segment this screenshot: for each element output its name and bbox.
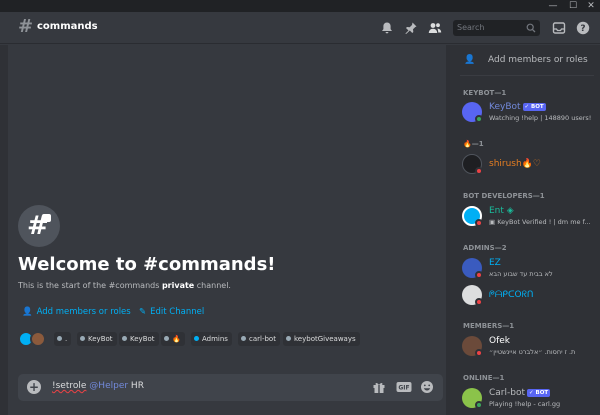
svg-text:?: ?: [580, 24, 585, 34]
window-titlebar: — ☐ ✕: [0, 0, 600, 12]
member-keybot[interactable]: KeyBot ✓ BOT Watching !help | 148890 user…: [462, 100, 598, 124]
member-activity: לא בבית עד שבוע הבא: [489, 270, 553, 278]
role-chip[interactable]: KeyBot: [119, 332, 159, 346]
welcome-title: Welcome to #commands!: [18, 254, 276, 275]
pencil-icon: ✎: [139, 307, 147, 317]
emoji-icon[interactable]: [420, 380, 434, 394]
status-dnd-icon: [475, 219, 483, 227]
add-members-item[interactable]: 👤 Add members or roles: [464, 55, 588, 65]
member-ez[interactable]: EZ לא בבית עד שבוע הבא: [462, 256, 598, 280]
edit-channel-button[interactable]: ✎ Edit Channel: [139, 307, 204, 317]
search-icon: [526, 23, 536, 33]
member-name: Ofek: [489, 336, 511, 346]
add-user-icon: 👤: [22, 307, 33, 317]
member-category: ONLINE—1: [463, 374, 505, 382]
chat-area: [8, 45, 448, 415]
avatar: [30, 331, 46, 347]
left-edge-strip: [0, 45, 8, 415]
status-online-icon: [475, 401, 483, 409]
notification-bell-icon[interactable]: [380, 21, 394, 35]
member-activity: Playing !help - carl.gg: [489, 400, 561, 408]
role-chip[interactable]: 🔥: [161, 332, 185, 346]
role-chip[interactable]: .: [54, 332, 72, 346]
member-name: EZ: [489, 258, 501, 268]
bot-badge: ✓ BOT: [522, 103, 546, 111]
member-category: BOT DEVELOPERS—1: [463, 192, 545, 200]
role-chip[interactable]: carl-bot: [238, 332, 280, 346]
member-ent[interactable]: Ent ◈ ▣ KeyBot Verified ! | dm me f...: [462, 204, 598, 228]
member-ofek[interactable]: Ofek ת. ז יחסות. ״אלברט איינשטיין״: [462, 334, 598, 358]
member-popcorn[interactable]: ᖘᗩᑭᑕOᖇᑎ: [462, 283, 598, 307]
role-chip[interactable]: keybotGiveaways: [283, 332, 360, 346]
upload-plus-icon[interactable]: +: [27, 380, 41, 394]
maximize-icon[interactable]: ☐: [568, 1, 578, 11]
status-dnd-icon: [475, 271, 483, 279]
status-online-icon: [475, 115, 483, 123]
welcome-subtitle: This is the start of the #commands priva…: [18, 281, 231, 290]
pin-icon[interactable]: [404, 21, 418, 35]
member-activity: ▣ KeyBot Verified ! | dm me f...: [489, 218, 591, 226]
add-members-button[interactable]: 👤 Add members or roles: [22, 307, 131, 317]
status-dnd-icon: [475, 298, 483, 306]
lock-icon: [42, 214, 51, 222]
status-dnd-icon: [475, 167, 483, 175]
gift-icon[interactable]: [372, 380, 386, 394]
member-shirush[interactable]: shirush🔥♡: [462, 152, 598, 176]
search-placeholder: Search: [457, 23, 485, 32]
member-activity: Watching !help | 148890 users!: [489, 114, 592, 122]
member-category: MEMBERS—1: [463, 322, 515, 330]
svg-text:GIF: GIF: [398, 385, 409, 392]
search-input[interactable]: Search: [453, 20, 540, 36]
message-composer[interactable]: + !setrole @Helper HR GIF: [18, 374, 443, 401]
divider: [460, 75, 594, 76]
member-list: 👤 Add members or roles KEYBOT—1 KeyBot ✓ B…: [450, 45, 600, 415]
channel-title: commands: [37, 21, 98, 32]
status-dnd-icon: [475, 349, 483, 357]
bot-badge: ✓ BOT: [527, 389, 551, 397]
role-chip[interactable]: KeyBot: [77, 332, 117, 346]
inbox-icon[interactable]: [552, 21, 566, 35]
channel-header: # commands Search ?: [0, 12, 600, 44]
minimize-icon[interactable]: —: [548, 1, 558, 11]
message-input[interactable]: !setrole @Helper HR: [52, 381, 144, 391]
private-channel-icon: #: [18, 205, 60, 247]
close-icon[interactable]: ✕: [586, 1, 596, 11]
member-list-icon[interactable]: [428, 21, 442, 35]
channel-hash-icon: #: [18, 16, 34, 37]
member-category: KEYBOT—1: [463, 89, 507, 97]
member-name: shirush🔥♡: [489, 159, 541, 169]
member-name: ᖘᗩᑭᑕOᖇᑎ: [489, 290, 534, 300]
member-carl-bot[interactable]: Carl-bot ✓ BOT Playing !help - carl.gg: [462, 386, 598, 410]
add-user-icon: 👤: [464, 55, 476, 65]
member-name: Ent ◈: [489, 206, 514, 216]
help-icon[interactable]: ?: [576, 21, 590, 35]
role-chip[interactable]: Admins: [191, 332, 232, 346]
member-category: 🔥—1: [463, 140, 484, 148]
member-category: ADMINS—2: [463, 244, 507, 252]
gif-icon[interactable]: GIF: [396, 380, 412, 394]
member-activity: ת. ז יחסות. ״אלברט איינשטיין״: [489, 348, 576, 356]
